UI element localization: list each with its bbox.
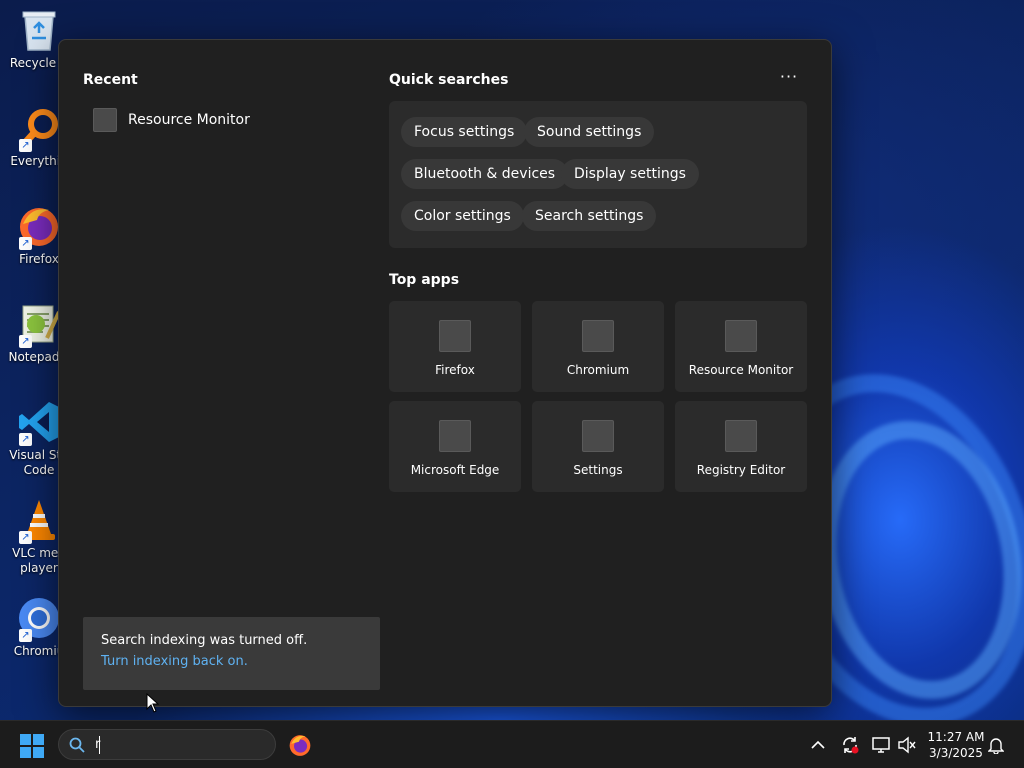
resource-monitor-icon: [93, 108, 117, 132]
taskbar: r 11:27 AM 3/3/2025: [0, 720, 1024, 768]
notepad-plus-plus-icon: ↗: [17, 302, 61, 348]
settings-app-icon: [582, 420, 614, 452]
top-app-resource-monitor[interactable]: Resource Monitor: [675, 301, 807, 392]
bell-icon: [988, 738, 1004, 754]
vscode-icon: ↗: [17, 400, 61, 446]
show-hidden-icons-button[interactable]: [808, 735, 828, 755]
recent-title: Recent: [83, 72, 138, 88]
taskbar-clock[interactable]: 11:27 AM 3/3/2025: [922, 729, 990, 761]
clock-time: 11:27 AM: [927, 730, 985, 744]
indexing-notice: Search indexing was turned off. Turn ind…: [83, 617, 380, 690]
shortcut-arrow-icon: ↗: [19, 531, 32, 544]
everything-search-icon: ↗: [17, 106, 61, 152]
network-icon: [872, 737, 890, 753]
quick-search-bluetooth-devices[interactable]: Bluetooth & devices: [401, 159, 569, 189]
top-app-registry-editor[interactable]: Registry Editor: [675, 401, 807, 492]
quick-search-search-settings[interactable]: Search settings: [522, 201, 657, 231]
firefox-icon: ↗: [17, 204, 61, 250]
resource-monitor-app-icon: [725, 320, 757, 352]
top-apps-title: Top apps: [389, 272, 460, 288]
shortcut-arrow-icon: ↗: [19, 335, 32, 348]
quick-search-focus-settings[interactable]: Focus settings: [401, 117, 528, 147]
quick-search-display-settings[interactable]: Display settings: [561, 159, 699, 189]
start-button[interactable]: [19, 733, 45, 759]
recent-item-label: Resource Monitor: [128, 112, 250, 128]
turn-indexing-on-link[interactable]: Turn indexing back on.: [101, 654, 362, 669]
indexing-notice-message: Search indexing was turned off.: [101, 633, 308, 648]
top-app-firefox[interactable]: Firefox: [389, 301, 521, 392]
top-app-microsoft-edge[interactable]: Microsoft Edge: [389, 401, 521, 492]
taskbar-search-input[interactable]: r: [58, 729, 276, 760]
vlc-icon: ↗: [17, 498, 61, 544]
quick-search-sound-settings[interactable]: Sound settings: [524, 117, 655, 147]
mouse-cursor-icon: [146, 692, 160, 713]
volume-button[interactable]: [897, 735, 917, 755]
quick-searches-title: Quick searches: [389, 72, 509, 88]
quick-search-color-settings[interactable]: Color settings: [401, 201, 524, 231]
volume-muted-icon: [898, 736, 916, 754]
windows-logo-icon: [20, 734, 44, 758]
notifications-button[interactable]: [986, 735, 1006, 755]
shortcut-arrow-icon: ↗: [19, 139, 32, 152]
shortcut-arrow-icon: ↗: [19, 433, 32, 446]
chromium-app-icon: [582, 320, 614, 352]
top-app-settings[interactable]: Settings: [532, 401, 664, 492]
chevron-up-icon: [811, 740, 825, 749]
firefox-app-icon: [439, 320, 471, 352]
network-button[interactable]: [871, 735, 891, 755]
text-caret: [99, 736, 100, 754]
more-options-button[interactable]: ···: [777, 68, 801, 88]
quick-searches-box: Focus settings Sound settings Bluetooth …: [389, 101, 807, 248]
search-icon: [69, 737, 85, 753]
registry-editor-app-icon: [725, 420, 757, 452]
shortcut-arrow-icon: ↗: [19, 629, 32, 642]
recycle-bin-icon: [17, 8, 61, 52]
sync-alert-icon: [843, 737, 859, 754]
sync-status-button[interactable]: [840, 735, 860, 755]
top-app-chromium[interactable]: Chromium: [532, 301, 664, 392]
shortcut-arrow-icon: ↗: [19, 237, 32, 250]
firefox-icon: [289, 735, 311, 756]
chromium-icon: ↗: [17, 596, 61, 642]
edge-app-icon: [439, 420, 471, 452]
clock-date: 3/3/2025: [929, 746, 983, 760]
taskbar-firefox-button[interactable]: [288, 733, 312, 757]
search-panel: Recent Resource Monitor Quick searches ·…: [58, 39, 832, 707]
recent-item-resource-monitor[interactable]: Resource Monitor: [93, 108, 250, 132]
